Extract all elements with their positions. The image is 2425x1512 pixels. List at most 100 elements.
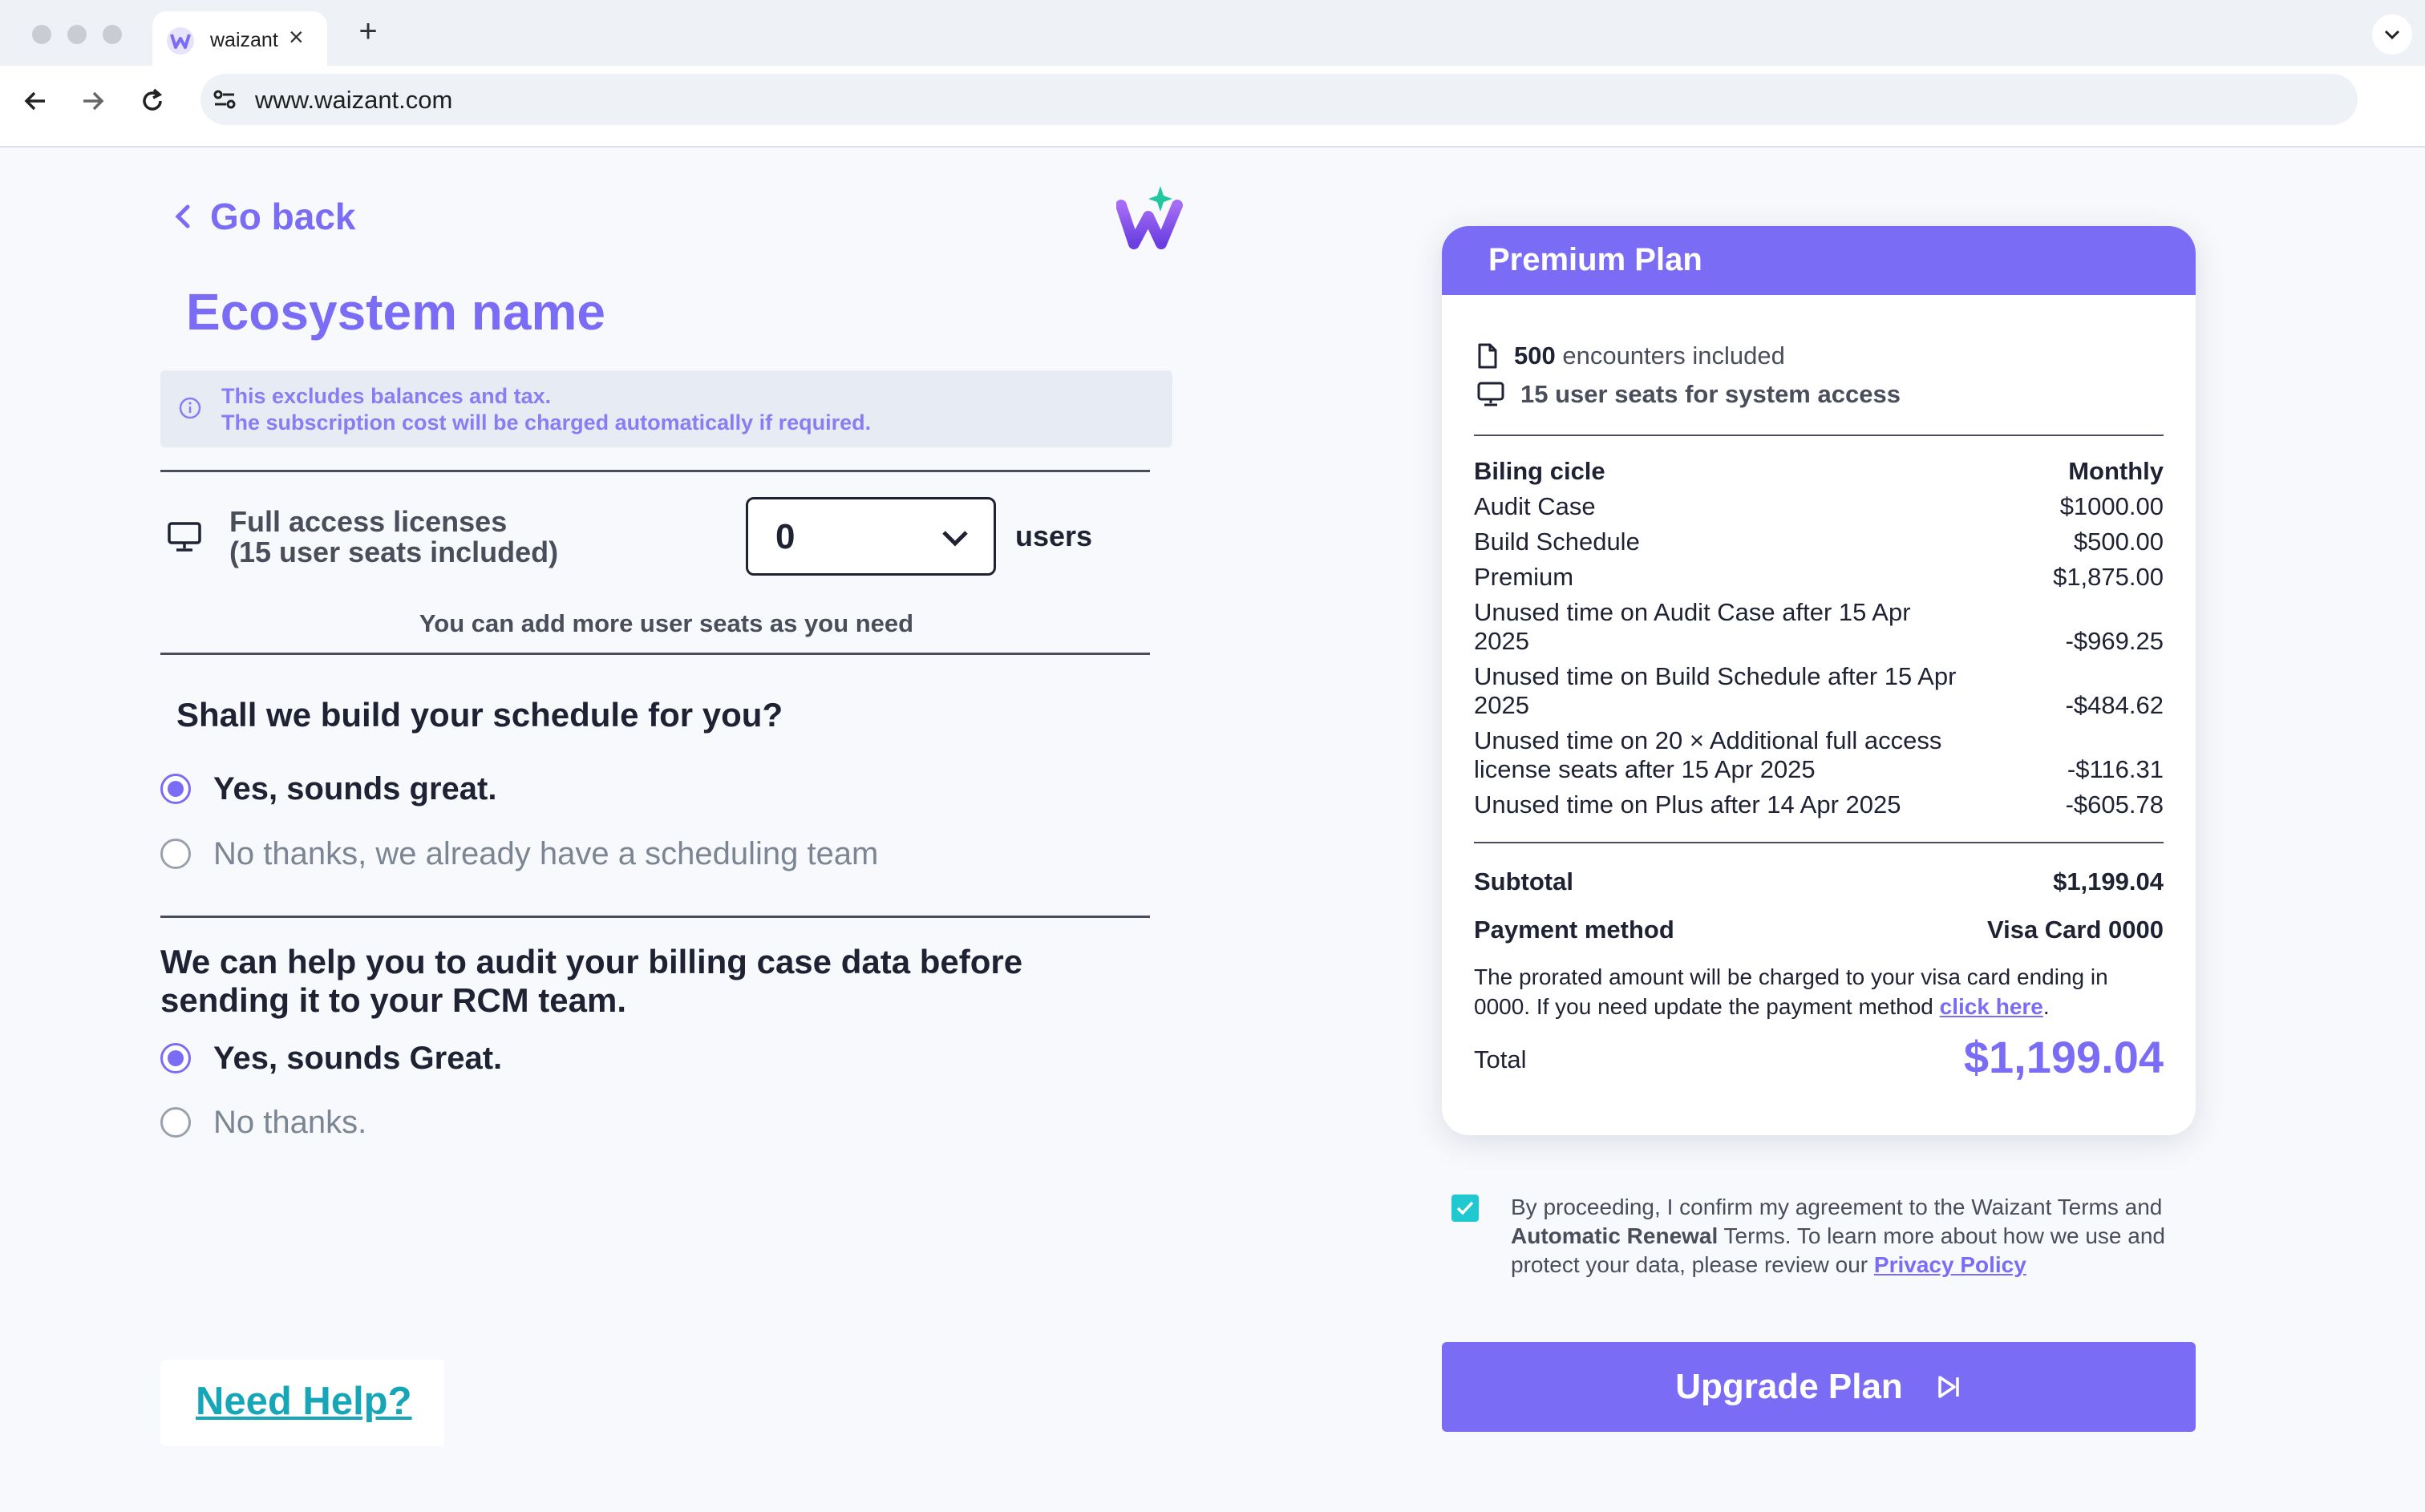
update-payment-link[interactable]: click here [1940, 994, 2043, 1019]
terms-text: By proceeding, I confirm my agreement to… [1511, 1195, 2165, 1277]
plan-summary-card: Premium Plan 500 encounters included 15 … [1442, 226, 2196, 1135]
url-text: www.waizant.com [255, 86, 453, 114]
divider [1474, 435, 2164, 436]
radio-unselected[interactable] [160, 839, 191, 869]
terms-checkbox[interactable] [1451, 1195, 1479, 1222]
subtotal-value: $1,199.04 [2053, 867, 2164, 895]
monitor-icon [168, 522, 201, 552]
prorate-note: The prorated amount will be charged to y… [1474, 964, 2108, 1019]
new-tab-button[interactable]: + [348, 13, 388, 53]
waizant-favicon-icon [167, 27, 194, 55]
window-minimize-dot[interactable] [67, 25, 87, 44]
line-item-amount: -$605.78 [2065, 790, 2164, 819]
divider [1474, 842, 2164, 843]
line-item-amount: $1,875.00 [2053, 563, 2164, 591]
radio-label: Yes, sounds great. [213, 770, 497, 807]
info-banner: This excludes balances and tax. The subs… [160, 370, 1172, 447]
chevron-down-icon [2384, 30, 2400, 40]
line-item-amount: -$116.31 [2067, 755, 2164, 783]
audit-option-no[interactable]: No thanks. [160, 1102, 366, 1142]
need-help-box: Need Help? [160, 1360, 444, 1446]
go-back-label: Go back [210, 196, 356, 237]
monitor-icon [1477, 382, 1504, 406]
audit-option-yes[interactable]: Yes, sounds Great. [160, 1038, 502, 1078]
line-item-amount: -$969.25 [2065, 627, 2164, 655]
back-nav-button[interactable] [18, 83, 53, 119]
upgrade-plan-button[interactable]: Upgrade Plan [1442, 1342, 2196, 1432]
total-label: Total [1474, 1045, 1527, 1073]
subtotal-label: Subtotal [1474, 867, 1573, 895]
line-item-amount: -$484.62 [2065, 691, 2164, 719]
add-seats-hint: You can add more user seats as you need [419, 609, 914, 637]
billing-cycle-label: Biling cicle [1474, 457, 1605, 485]
browser-tab[interactable]: waizant × [152, 11, 327, 66]
license-count-value: 0 [775, 517, 796, 556]
arrow-left-icon [24, 91, 45, 111]
radio-unselected[interactable] [160, 1107, 191, 1138]
info-line-1: This excludes balances and tax. [221, 384, 552, 408]
feature-text: encounters included [1555, 342, 1785, 370]
total-value: $1,199.04 [1963, 1032, 2164, 1082]
feature-text: 15 user seats for system access [1520, 380, 1901, 408]
licenses-label-line2: (15 user seats included) [229, 536, 559, 568]
site-settings-icon[interactable] [212, 87, 237, 112]
line-item-label: Audit Case [1474, 492, 1596, 520]
line-item-label: Unused time on Plus after 14 Apr 2025 [1474, 790, 1901, 819]
plan-name: Premium Plan [1488, 242, 1702, 277]
info-icon [179, 397, 201, 419]
audit-question-line1: We can help you to audit your billing ca… [160, 943, 1023, 980]
radio-selected[interactable] [160, 774, 191, 804]
licenses-label-line1: Full access licenses [229, 505, 508, 538]
window-maximize-dot[interactable] [103, 25, 122, 44]
plan-header: Premium Plan [1442, 226, 2196, 295]
go-back-link[interactable]: Go back [173, 192, 356, 241]
upgrade-plan-label: Upgrade Plan [1675, 1367, 1903, 1406]
schedule-question: Shall we build your schedule for you? [176, 696, 783, 734]
schedule-option-yes[interactable]: Yes, sounds great. [160, 769, 496, 809]
divider [160, 916, 1150, 918]
line-item-label: Unused time on 20 × Additional full acce… [1474, 726, 1942, 783]
license-count-select[interactable]: 0 [746, 497, 996, 576]
tab-list-button[interactable] [2372, 14, 2412, 55]
billing-cycle-value: Monthly [2068, 457, 2164, 485]
skip-forward-icon [1938, 1376, 1959, 1398]
line-item-amount: $500.00 [2073, 528, 2164, 556]
payment-method-label: Payment method [1474, 916, 1674, 944]
divider [160, 653, 1150, 655]
feature-bold: 500 [1514, 342, 1556, 370]
line-item-amount: $1000.00 [2059, 492, 2164, 520]
radio-label: No thanks. [213, 1104, 367, 1140]
info-line-2: The subscription cost will be charged au… [221, 410, 872, 435]
radio-label: No thanks, we already have a scheduling … [213, 835, 879, 871]
arrow-right-icon [83, 91, 104, 111]
checkmark-icon [1456, 1201, 1474, 1215]
address-bar[interactable]: www.waizant.com [200, 74, 2358, 125]
feature-encounters: 500 encounters included [1477, 342, 1785, 370]
document-icon [1478, 343, 1497, 369]
reload-icon [143, 88, 163, 111]
ecosystem-name-title: Ecosystem name [186, 283, 605, 341]
divider [160, 470, 1150, 472]
radio-selected[interactable] [160, 1043, 191, 1073]
line-item-label: Premium [1474, 563, 1574, 591]
payment-method-value: Visa Card 0000 [1986, 916, 2164, 944]
line-item-label: Build Schedule [1474, 528, 1640, 556]
chevron-down-icon [942, 531, 968, 547]
chevron-left-icon [175, 204, 190, 228]
tab-title: waizant [210, 29, 278, 51]
forward-nav-button[interactable] [75, 83, 111, 119]
schedule-option-no[interactable]: No thanks, we already have a scheduling … [160, 834, 878, 874]
radio-label: Yes, sounds Great. [213, 1040, 503, 1076]
line-item-label: Unused time on Audit Case after 15 Apr 20… [1474, 598, 1911, 655]
need-help-link[interactable]: Need Help? [196, 1379, 412, 1424]
tab-close-icon[interactable]: × [289, 24, 304, 50]
feature-seats: 15 user seats for system access [1477, 380, 1901, 409]
browser-chrome: waizant × + www.waizant.com [0, 0, 2425, 148]
users-unit-label: users [1015, 519, 1093, 552]
window-close-dot[interactable] [32, 25, 51, 44]
privacy-policy-link[interactable]: Privacy Policy [1874, 1252, 2026, 1277]
licenses-label: Full access licenses (15 user seats incl… [229, 507, 558, 568]
reload-button[interactable] [135, 83, 170, 119]
audit-question-line2: sending it to your RCM team. [160, 981, 627, 1019]
waizant-logo [1115, 184, 1184, 252]
